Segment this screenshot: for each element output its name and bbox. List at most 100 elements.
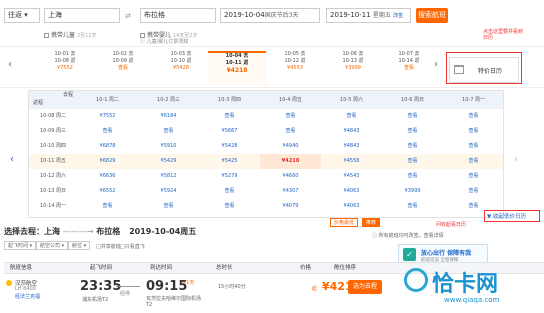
matrix-cell[interactable]: ¥4558 [321,154,382,169]
matrix-cell[interactable]: ¥5924 [138,184,199,199]
swap-icon[interactable]: ⇄ [125,12,131,20]
matrix-cell[interactable]: ¥5425 [199,154,260,169]
th-price[interactable]: 价格 [300,263,311,274]
matrix-cell[interactable]: 查看 [443,139,504,154]
matrix-cell[interactable]: 查看 [382,124,443,139]
matrix-cell[interactable]: ¥4063 [321,184,382,199]
matrix-cell[interactable]: 查看 [382,139,443,154]
matrix-cell[interactable]: ¥4843 [321,124,382,139]
matrix-row: 10-13 周日 ¥6552 ¥5924 查看 ¥4307 ¥4063 ¥3999 查看 [29,184,503,199]
matrix-cell[interactable]: 查看 [138,124,199,139]
route-arrow: ———→ [62,227,94,236]
insurance-banner[interactable]: ✓ 放心出行 保障有我 航班延误 全程保障 [398,244,488,264]
date-cell[interactable]: 10-03 去 10-10 返 ¥5428 [152,51,210,85]
th-arr-time[interactable]: 到达时间 [150,263,172,274]
to-city-input[interactable]: 布拉格 [140,8,216,23]
th-cabin-sort[interactable]: 舱位排序 [334,263,356,274]
matrix-cell[interactable]: ¥6184 [138,109,199,124]
date-cell-return: 10-14 返 [398,58,420,64]
watermark-logo-icon [404,268,428,292]
search-button[interactable]: 搜索航班 [416,8,448,23]
matrix-cell[interactable]: 查看 [443,154,504,169]
filter-airline[interactable]: 航空公司 ▾ [36,241,69,250]
th-flight-info[interactable]: 航班信息 [10,263,32,274]
duration: 15小时40分 [218,284,246,290]
matrix-cell[interactable]: ¥4079 [260,199,321,214]
matrix-cell[interactable]: 查看 [382,169,443,184]
matrix-cell[interactable]: ¥4543 [321,169,382,184]
filter-dep-time[interactable]: 起飞时间 ▾ [4,241,37,250]
matrix-cell[interactable]: ¥3999 [382,184,443,199]
matrix-cell[interactable]: ¥5812 [138,169,199,184]
matrix-cell[interactable]: 查看 [382,154,443,169]
matrix-cell[interactable]: ¥4660 [260,169,321,184]
sort-lowest[interactable]: 价格最低 [330,218,359,227]
airline-logo-icon [6,280,12,286]
from-city-input[interactable]: 上海 [44,8,120,23]
matrix-cell[interactable]: 查看 [138,199,199,214]
matrix-cell[interactable]: 查看 [382,109,443,124]
date-cell[interactable]: 10-01 去 10-08 返 ¥7552 [36,51,94,85]
date-cell-return: 10-10 返 [170,58,192,64]
filter-cabin[interactable]: 舱位 ▾ [68,241,91,250]
matrix-cell[interactable]: ¥6552 [77,184,138,199]
route-date: 2019-10-04周五 [129,227,197,236]
matrix-cell[interactable]: 查看 [77,199,138,214]
sort-recommend[interactable]: 推荐 [362,218,381,227]
collapse-calendar-button[interactable]: ▼ 收起低价日历 [487,212,526,220]
matrix-row-label: 10-10 周四 [39,143,67,149]
promo-title: 放心出行 保障有我 [421,250,472,257]
reschedule-notice[interactable]: ⓘ 所有航班均可改签，查看详情 [372,232,444,239]
chevron-right-icon[interactable]: › [434,59,438,70]
filter-direct[interactable]: □只看直飞 [120,243,145,250]
matrix-left-arrow-icon[interactable]: ‹ [10,154,14,165]
matrix-cell[interactable]: ¥5910 [138,139,199,154]
matrix-cell[interactable]: 查看 [77,124,138,139]
date-cell[interactable]: 10-02 去 10-09 返查看 [94,51,152,85]
matrix-cell[interactable]: 查看 [443,109,504,124]
matrix-cell[interactable]: ¥4843 [321,139,382,154]
matrix-cell[interactable]: ¥5667 [199,124,260,139]
matrix-cell[interactable]: ¥4307 [260,184,321,199]
select-departure-button[interactable]: 选为去程 [348,280,382,294]
date-cell-price: ¥7552 [57,65,73,71]
matrix-row: 10-11 周五 ¥6829 ¥5429 ¥5425 ¥4218 ¥4558 查看 查看 [29,154,503,169]
matrix-cell[interactable]: 查看 [443,124,504,139]
matrix-corner: 去程 返程 [29,91,77,107]
date-cell[interactable]: 10-07 去 10-14 返查看 [380,51,438,85]
th-duration[interactable]: 总时长 [216,263,233,274]
matrix-cell[interactable]: ¥6878 [77,139,138,154]
filter-shared[interactable]: □共享航班 [96,243,121,250]
transfer-link[interactable]: 经法兰克福 [15,293,40,300]
matrix-cell[interactable]: 查看 [443,184,504,199]
matrix-cell[interactable]: ¥5279 [199,169,260,184]
matrix-cell[interactable]: 查看 [382,199,443,214]
matrix-cell[interactable]: 查看 [321,109,382,124]
date-cell[interactable]: 10-04 去 10-11 返 ¥4218 [208,51,266,85]
date-cell[interactable]: 10-05 去 10-12 返 ¥4553 [266,51,324,85]
matrix-cell[interactable]: 查看 [199,184,260,199]
return-date-input[interactable]: 2019-10-11 星期五 改签 [326,8,411,23]
matrix-cell[interactable]: ¥4063 [321,199,382,214]
matrix-cell[interactable]: 查看 [199,199,260,214]
matrix-cell[interactable]: ¥5429 [138,154,199,169]
matrix-cell[interactable]: ¥7552 [77,109,138,124]
matrix-cell[interactable]: ¥5428 [199,139,260,154]
chevron-left-icon[interactable]: ‹ [8,59,12,70]
date-cell[interactable]: 10-06 去 10-13 返 ¥3999 [324,51,382,85]
child-hint: 2至12岁 [76,33,97,39]
matrix-cell[interactable]: 查看 [260,109,321,124]
matrix-cell[interactable]: ¥6636 [77,169,138,184]
matrix-cell[interactable]: 查看 [443,169,504,184]
trip-type-select[interactable]: 往返 ▾ [4,8,40,23]
matrix-right-arrow-icon[interactable]: › [514,154,518,165]
child-checkbox[interactable]: 携带儿童 2至12岁 [44,30,96,39]
matrix-cell[interactable]: 查看 [260,124,321,139]
th-dep-time[interactable]: 起飞时间 [90,263,112,274]
child-infant-notice[interactable]: ⓘ 儿童/婴儿订票须知 [140,38,188,45]
matrix-cell[interactable]: ¥4218 [260,154,321,169]
matrix-cell[interactable]: 查看 [199,109,260,124]
matrix-cell[interactable]: ¥6829 [77,154,138,169]
matrix-cell[interactable]: ¥4940 [260,139,321,154]
depart-date-input[interactable]: 2019-10-04国庆节后3天 [220,8,320,23]
